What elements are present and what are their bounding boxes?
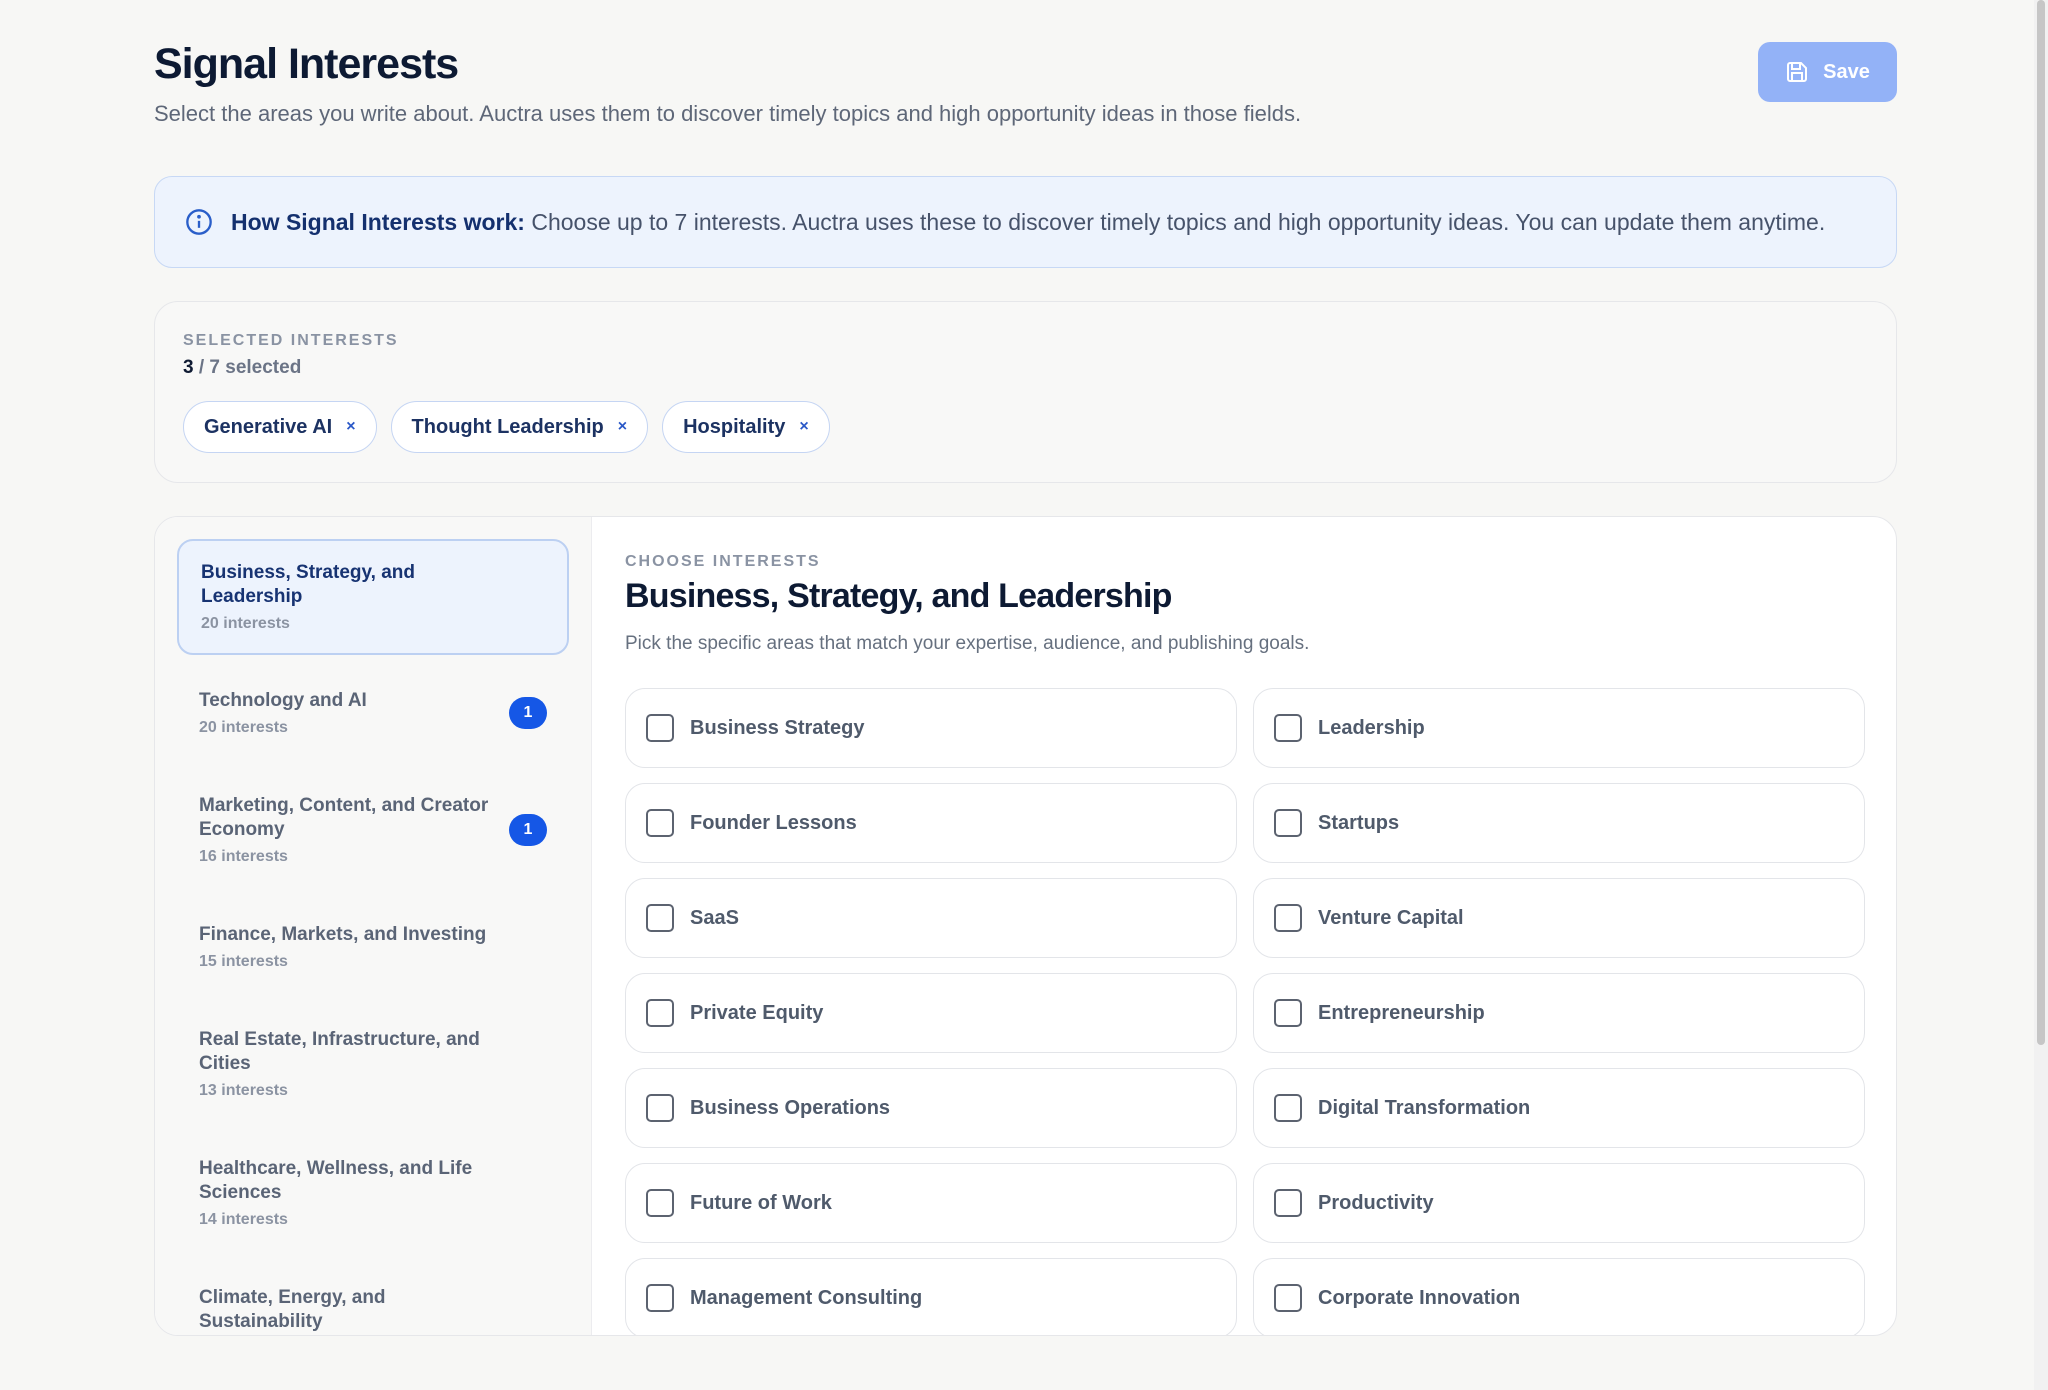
option-business-operations[interactable]: Business Operations bbox=[625, 1068, 1237, 1148]
option-digital-transformation[interactable]: Digital Transformation bbox=[1253, 1068, 1865, 1148]
checkbox[interactable] bbox=[1274, 809, 1302, 837]
checkbox[interactable] bbox=[646, 809, 674, 837]
chip-label: Thought Leadership bbox=[411, 415, 604, 438]
remove-chip-icon[interactable]: × bbox=[346, 418, 355, 436]
checkbox[interactable] bbox=[646, 1284, 674, 1312]
category-name: Marketing, Content, and Creator Economy bbox=[199, 795, 489, 840]
option-startups[interactable]: Startups bbox=[1253, 783, 1865, 863]
option-label: Founder Lessons bbox=[690, 811, 857, 834]
checkbox[interactable] bbox=[1274, 1284, 1302, 1312]
checkbox[interactable] bbox=[646, 1189, 674, 1217]
category-marketing-content-creator[interactable]: Marketing, Content, and Creator Economy … bbox=[177, 774, 569, 886]
category-name: Climate, Energy, and Sustainability bbox=[199, 1287, 386, 1332]
checkbox[interactable] bbox=[646, 714, 674, 742]
selected-count-number: 3 bbox=[183, 357, 194, 378]
info-banner-heading: How Signal Interests work: bbox=[231, 208, 525, 235]
option-productivity[interactable]: Productivity bbox=[1253, 1163, 1865, 1243]
category-count: 20 interests bbox=[201, 615, 290, 632]
category-sidebar: Business, Strategy, and Leadership 20 in… bbox=[155, 517, 592, 1335]
option-label: Digital Transformation bbox=[1318, 1096, 1531, 1119]
option-saas[interactable]: SaaS bbox=[625, 878, 1237, 958]
checkbox[interactable] bbox=[1274, 714, 1302, 742]
checkbox[interactable] bbox=[1274, 999, 1302, 1027]
option-label: Entrepreneurship bbox=[1318, 1001, 1485, 1024]
chip-label: Generative AI bbox=[204, 415, 333, 438]
option-label: Leadership bbox=[1318, 716, 1425, 739]
chip-generative-ai: Generative AI × bbox=[183, 401, 377, 453]
category-description: Pick the specific areas that match your … bbox=[625, 633, 1310, 654]
category-name: Real Estate, Infrastructure, and Cities bbox=[199, 1029, 480, 1074]
checkbox[interactable] bbox=[646, 1094, 674, 1122]
option-label: Future of Work bbox=[690, 1191, 832, 1214]
category-count: 13 interests bbox=[199, 1082, 288, 1099]
selected-count: 3 / 7 selected bbox=[183, 357, 301, 379]
info-banner: How Signal Interests work: Choose up to … bbox=[154, 176, 1897, 268]
chip-thought-leadership: Thought Leadership × bbox=[390, 401, 649, 453]
selected-interests-panel: SELECTED INTERESTS 3 / 7 selected Genera… bbox=[154, 301, 1897, 483]
choose-interests-content: CHOOSE INTERESTS Business, Strategy, and… bbox=[625, 517, 1896, 1335]
chip-hospitality: Hospitality × bbox=[662, 401, 830, 453]
save-icon bbox=[1787, 62, 1808, 82]
option-corporate-innovation[interactable]: Corporate Innovation bbox=[1253, 1258, 1865, 1335]
category-selected-badge: 1 bbox=[509, 814, 547, 846]
checkbox[interactable] bbox=[646, 999, 674, 1027]
checkbox[interactable] bbox=[1274, 1189, 1302, 1217]
option-private-equity[interactable]: Private Equity bbox=[625, 973, 1237, 1053]
option-venture-capital[interactable]: Venture Capital bbox=[1253, 878, 1865, 958]
category-name: Finance, Markets, and Investing bbox=[199, 924, 487, 945]
option-business-strategy[interactable]: Business Strategy bbox=[625, 688, 1237, 768]
page-title: Signal Interests bbox=[154, 40, 459, 88]
option-label: Private Equity bbox=[690, 1001, 824, 1024]
save-button-label: Save bbox=[1823, 60, 1870, 83]
chip-label: Hospitality bbox=[683, 415, 786, 438]
category-name: Business, Strategy, and Leadership bbox=[201, 562, 415, 607]
selected-chips: Generative AI × Thought Leadership × Hos… bbox=[183, 401, 830, 453]
remove-chip-icon[interactable]: × bbox=[618, 418, 627, 436]
checkbox[interactable] bbox=[1274, 1094, 1302, 1122]
option-label: Venture Capital bbox=[1318, 906, 1464, 929]
category-business-strategy-leadership[interactable]: Business, Strategy, and Leadership 20 in… bbox=[177, 539, 569, 655]
page-scrollbar[interactable] bbox=[2034, 0, 2048, 1390]
option-label: Management Consulting bbox=[690, 1286, 923, 1309]
category-climate-energy[interactable]: Climate, Energy, and Sustainability bbox=[177, 1266, 569, 1335]
option-label: SaaS bbox=[690, 906, 739, 929]
category-count: 14 interests bbox=[199, 1211, 288, 1228]
option-label: Startups bbox=[1318, 811, 1400, 834]
selected-count-suffix: / 7 selected bbox=[193, 357, 302, 378]
checkbox[interactable] bbox=[646, 904, 674, 932]
option-label: Business Operations bbox=[690, 1096, 891, 1119]
category-healthcare-wellness[interactable]: Healthcare, Wellness, and Life Sciences … bbox=[177, 1137, 569, 1249]
scrollbar-thumb[interactable] bbox=[2037, 0, 2045, 1045]
option-entrepreneurship[interactable]: Entrepreneurship bbox=[1253, 973, 1865, 1053]
interests-card: Business, Strategy, and Leadership 20 in… bbox=[154, 516, 1897, 1336]
info-banner-text: Choose up to 7 interests. Auctra uses th… bbox=[524, 208, 1826, 235]
category-count: 15 interests bbox=[199, 953, 288, 970]
remove-chip-icon[interactable]: × bbox=[799, 418, 808, 436]
option-management-consulting[interactable]: Management Consulting bbox=[625, 1258, 1237, 1335]
category-name: Healthcare, Wellness, and Life Sciences bbox=[199, 1158, 473, 1203]
page-subtitle: Select the areas you write about. Auctra… bbox=[154, 101, 1302, 126]
checkbox[interactable] bbox=[1274, 904, 1302, 932]
option-label: Business Strategy bbox=[690, 716, 865, 739]
category-finance-markets-investing[interactable]: Finance, Markets, and Investing 15 inter… bbox=[177, 903, 569, 991]
option-label: Productivity bbox=[1318, 1191, 1434, 1214]
category-count: 20 interests bbox=[199, 719, 288, 736]
info-icon bbox=[186, 209, 212, 235]
option-label: Corporate Innovation bbox=[1318, 1286, 1521, 1309]
save-button[interactable]: Save bbox=[1758, 42, 1897, 102]
option-future-of-work[interactable]: Future of Work bbox=[625, 1163, 1237, 1243]
choose-interests-label: CHOOSE INTERESTS bbox=[625, 553, 821, 570]
category-technology-ai[interactable]: Technology and AI 20 interests 1 bbox=[177, 669, 569, 757]
category-selected-badge: 1 bbox=[509, 697, 547, 729]
category-name: Technology and AI bbox=[199, 690, 367, 711]
signal-interests-page: Signal Interests Select the areas you wr… bbox=[0, 0, 2048, 1390]
category-count: 16 interests bbox=[199, 848, 288, 865]
option-leadership[interactable]: Leadership bbox=[1253, 688, 1865, 768]
category-title: Business, Strategy, and Leadership bbox=[625, 577, 1172, 615]
selected-interests-label: SELECTED INTERESTS bbox=[183, 332, 399, 349]
option-founder-lessons[interactable]: Founder Lessons bbox=[625, 783, 1237, 863]
category-real-estate-infrastructure[interactable]: Real Estate, Infrastructure, and Cities … bbox=[177, 1008, 569, 1120]
